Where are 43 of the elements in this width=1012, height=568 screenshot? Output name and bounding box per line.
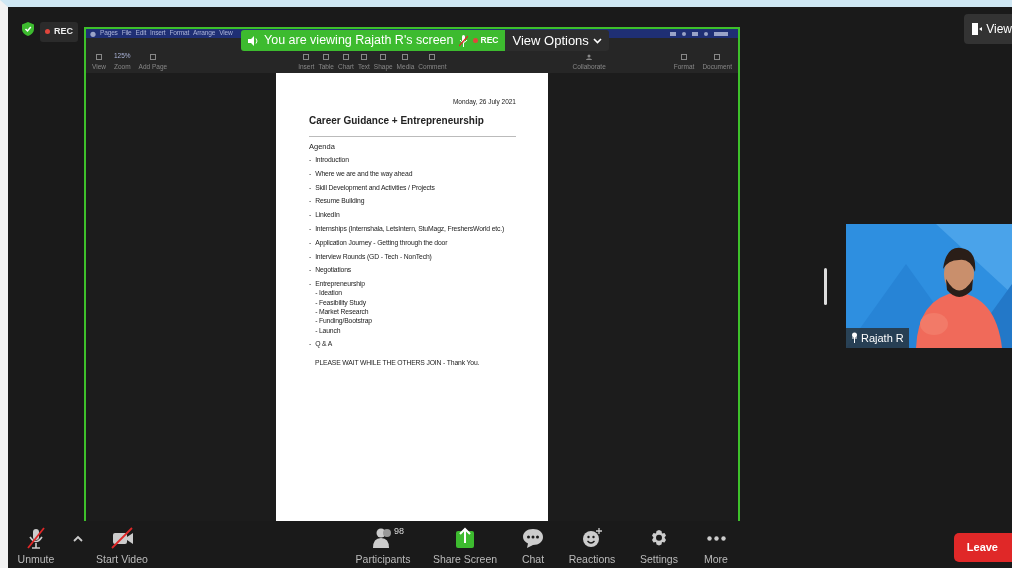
collaborate-icon bbox=[586, 53, 593, 60]
participant-count: 98 bbox=[394, 525, 404, 538]
layout-icon bbox=[972, 23, 983, 35]
share-screen-icon bbox=[454, 527, 476, 549]
name-label: Rajath R bbox=[846, 327, 909, 348]
toolbar-icon bbox=[360, 53, 367, 60]
toolbar-icon bbox=[323, 53, 330, 60]
toolbar-icon bbox=[303, 53, 310, 60]
shield-icon bbox=[22, 22, 34, 36]
caret-up-icon bbox=[73, 535, 83, 542]
view-button[interactable]: View bbox=[964, 14, 1012, 44]
toolbar-icon bbox=[96, 53, 102, 60]
toolbar-icon bbox=[714, 53, 721, 60]
toolbar-icon bbox=[342, 53, 349, 60]
banner-text: You are viewing Rajath R's screen bbox=[264, 32, 454, 50]
status-icons-drawing bbox=[670, 30, 730, 37]
toolbar-icon bbox=[402, 53, 409, 60]
speaker-icon bbox=[248, 35, 259, 46]
smiley-icon bbox=[581, 527, 603, 549]
toolbar-button[interactable]: Reactions bbox=[564, 527, 620, 568]
muted-mic-icon bbox=[458, 34, 468, 47]
toolbar-button[interactable]: More bbox=[696, 527, 736, 568]
pin-icon bbox=[851, 332, 858, 344]
recording-indicator: REC bbox=[472, 34, 499, 47]
chevron-down-icon bbox=[592, 37, 602, 44]
toolbar-button[interactable]: Settings bbox=[634, 527, 684, 568]
share-screen-button[interactable]: Share Screen bbox=[430, 527, 500, 568]
chat-icon bbox=[522, 527, 544, 549]
toolbar-icon bbox=[681, 53, 688, 60]
toolbar-button[interactable]: Unmute bbox=[14, 527, 58, 568]
recording-badge: REC bbox=[40, 22, 78, 42]
leave-button[interactable]: Leave bbox=[953, 533, 1012, 562]
more-icon bbox=[706, 536, 726, 541]
toolbar-icon bbox=[429, 53, 436, 60]
toolbar-icon bbox=[149, 53, 156, 60]
participants-icon bbox=[372, 527, 394, 549]
view-options-button[interactable]: View Options bbox=[505, 30, 609, 51]
resize-handle[interactable] bbox=[824, 267, 827, 305]
toolbar-button[interactable]: Start Video bbox=[92, 527, 152, 568]
document-title: Career Guidance + Entrepreneurship bbox=[309, 112, 516, 137]
toolbar-icon bbox=[380, 53, 387, 60]
toolbar-button[interactable]: Chat bbox=[513, 527, 553, 568]
toolbar-button[interactable]: 98 Participants bbox=[350, 527, 416, 568]
